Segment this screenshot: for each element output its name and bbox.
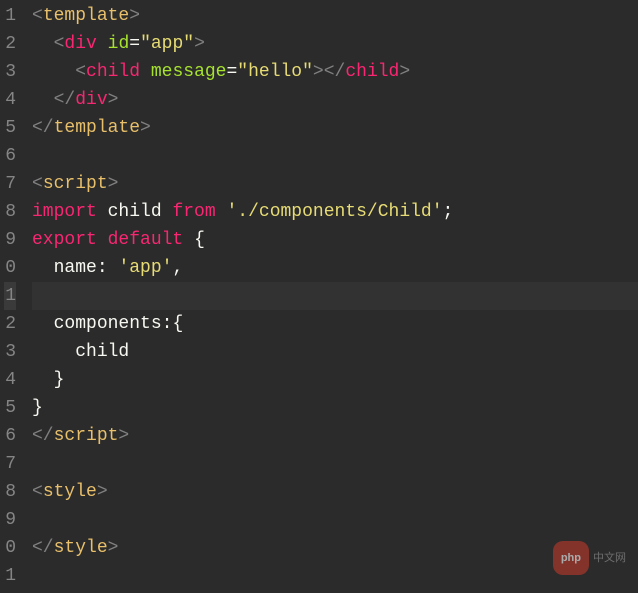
line-number: 3 xyxy=(4,338,16,366)
code-line[interactable]: </script> xyxy=(32,422,638,450)
line-number: 0 xyxy=(4,534,16,562)
code-content[interactable]: <template> <div id="app"> <child message… xyxy=(24,0,638,593)
code-line[interactable]: export default { xyxy=(32,226,638,254)
watermark-text: 中文网 xyxy=(593,544,626,572)
code-line[interactable]: </style> xyxy=(32,534,638,562)
code-line[interactable]: <style> xyxy=(32,478,638,506)
code-line[interactable] xyxy=(32,506,638,534)
code-editor[interactable]: 1 2 3 4 5 6 7 8 9 0 1 2 3 4 5 6 7 8 9 0 … xyxy=(0,0,638,593)
code-line[interactable]: } xyxy=(32,394,638,422)
code-line[interactable]: <script> xyxy=(32,170,638,198)
code-line[interactable]: } xyxy=(32,366,638,394)
line-number: 1 xyxy=(4,562,16,590)
code-line[interactable]: import child from './components/Child'; xyxy=(32,198,638,226)
line-number: 8 xyxy=(4,198,16,226)
line-number: 5 xyxy=(4,114,16,142)
line-number: 4 xyxy=(4,86,16,114)
code-line[interactable]: <child message="hello"></child> xyxy=(32,58,638,86)
line-number: 7 xyxy=(4,450,16,478)
code-line[interactable] xyxy=(32,142,638,170)
line-number: 8 xyxy=(4,478,16,506)
code-line[interactable]: <template> xyxy=(32,2,638,30)
line-number: 3 xyxy=(4,58,16,86)
line-number: 9 xyxy=(4,506,16,534)
line-number: 1 xyxy=(4,2,16,30)
code-line[interactable]: child xyxy=(32,338,638,366)
watermark: php 中文网 xyxy=(553,541,626,575)
line-number: 5 xyxy=(4,394,16,422)
code-line[interactable]: <div id="app"> xyxy=(32,30,638,58)
code-line-active[interactable] xyxy=(32,282,638,310)
code-line[interactable] xyxy=(32,450,638,478)
code-line[interactable]: </div> xyxy=(32,86,638,114)
code-line[interactable]: components:{ xyxy=(32,310,638,338)
line-number: 0 xyxy=(4,254,16,282)
line-number: 2 xyxy=(4,310,16,338)
line-number: 9 xyxy=(4,226,16,254)
line-number-gutter: 1 2 3 4 5 6 7 8 9 0 1 2 3 4 5 6 7 8 9 0 … xyxy=(0,0,24,593)
line-number: 1 xyxy=(4,282,16,310)
watermark-badge: php xyxy=(553,541,589,575)
code-line[interactable]: name: 'app', xyxy=(32,254,638,282)
line-number: 2 xyxy=(4,30,16,58)
line-number: 6 xyxy=(4,142,16,170)
line-number: 4 xyxy=(4,366,16,394)
code-line[interactable] xyxy=(32,562,638,590)
code-line[interactable]: </template> xyxy=(32,114,638,142)
line-number: 6 xyxy=(4,422,16,450)
line-number: 7 xyxy=(4,170,16,198)
